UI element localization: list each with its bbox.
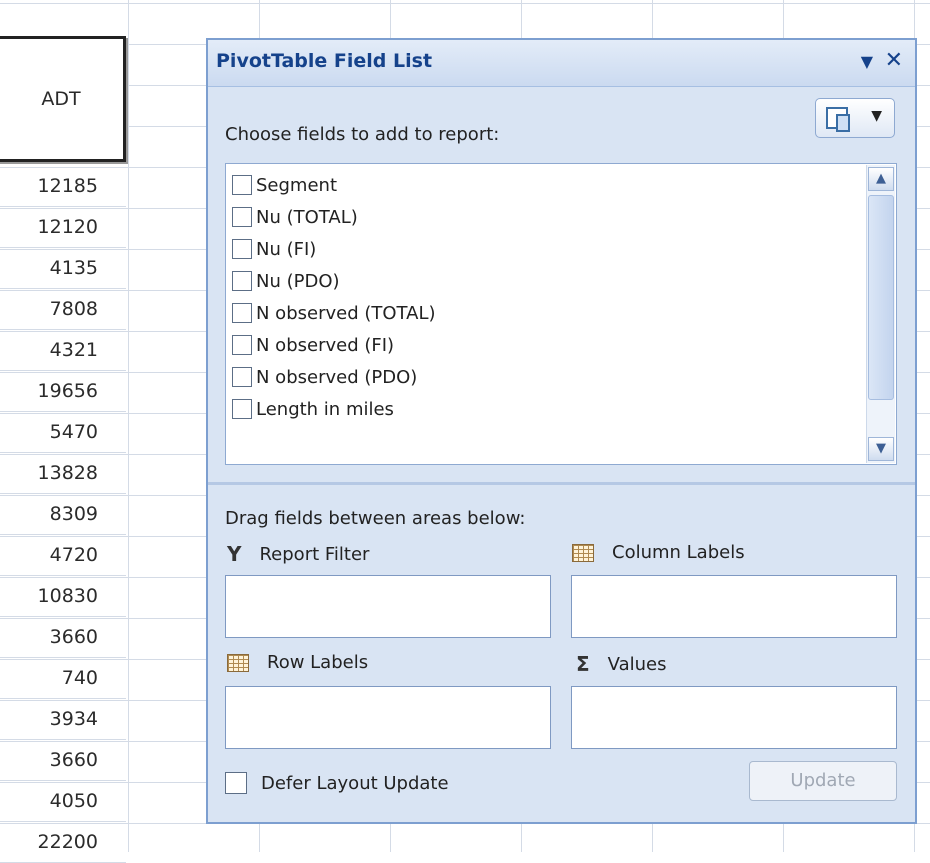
field-checkbox[interactable] [232, 303, 252, 323]
row-labels-icon [227, 653, 249, 672]
chevron-down-icon: ▼ [871, 108, 882, 124]
cell-value[interactable]: 19656 [0, 371, 126, 412]
field-label: N observed (PDO) [256, 366, 418, 388]
cell-value[interactable]: 4135 [0, 248, 126, 289]
row-labels-drop-area[interactable] [225, 686, 551, 749]
filter-icon: Y [227, 542, 242, 566]
values-label: Σ Values [576, 652, 666, 676]
row-labels-label: Row Labels [227, 652, 368, 673]
values-text: Values [607, 653, 667, 675]
cell-value[interactable]: 7808 [0, 289, 126, 330]
cell-value[interactable]: 10830 [0, 576, 126, 617]
cell-value[interactable]: 12185 [0, 166, 126, 207]
cell-value[interactable]: 8309 [0, 494, 126, 535]
cell-value[interactable]: 13828 [0, 453, 126, 494]
cell-value[interactable]: 4321 [0, 330, 126, 371]
field-item-nu-fi[interactable]: Nu (FI) [232, 233, 316, 265]
close-icon[interactable]: ✕ [885, 48, 903, 73]
update-button[interactable]: Update [749, 761, 897, 801]
pivottable-field-list-panel: PivotTable Field List ▼ ✕ ▼ Choose field… [206, 38, 917, 824]
choose-fields-label: Choose fields to add to report: [225, 124, 500, 145]
field-item-nu-total[interactable]: Nu (TOTAL) [232, 201, 358, 233]
panel-options-dropdown-icon[interactable]: ▼ [861, 52, 873, 71]
cell-value[interactable]: 740 [0, 658, 126, 699]
cell-value[interactable]: 3934 [0, 699, 126, 740]
field-label: Nu (TOTAL) [256, 206, 358, 228]
cell-value[interactable]: 4050 [0, 781, 126, 822]
field-label: Length in miles [256, 398, 394, 420]
scroll-thumb[interactable] [868, 195, 894, 400]
report-filter-drop-area[interactable] [225, 575, 551, 638]
defer-layout-checkbox[interactable] [225, 772, 247, 794]
drag-fields-label: Drag fields between areas below: [225, 508, 526, 529]
defer-layout-label: Defer Layout Update [261, 772, 449, 794]
column-labels-icon [572, 543, 594, 562]
sigma-icon: Σ [576, 652, 590, 676]
field-list-layout-button[interactable]: ▼ [815, 98, 895, 138]
field-item-n-observed-total[interactable]: N observed (TOTAL) [232, 297, 436, 329]
column-labels-drop-area[interactable] [571, 575, 897, 638]
field-label: N observed (TOTAL) [256, 302, 436, 324]
field-layout-icon [826, 107, 850, 132]
field-checkbox[interactable] [232, 207, 252, 227]
field-list-scrollbar[interactable]: ▲ ▼ [866, 165, 895, 463]
panel-splitter[interactable] [208, 482, 915, 485]
field-checkbox[interactable] [232, 335, 252, 355]
scroll-down-button[interactable]: ▼ [868, 437, 894, 461]
field-label: Segment [256, 174, 337, 196]
adt-column-header-cell[interactable]: ADT [0, 36, 126, 162]
field-item-length-in-miles[interactable]: Length in miles [232, 393, 394, 425]
defer-layout-update[interactable]: Defer Layout Update [225, 772, 449, 794]
panel-title-bar[interactable]: PivotTable Field List ▼ ✕ [208, 40, 915, 87]
values-drop-area[interactable] [571, 686, 897, 749]
cell-value[interactable]: 3660 [0, 740, 126, 781]
column-labels-text: Column Labels [612, 542, 745, 563]
field-checkbox[interactable] [232, 367, 252, 387]
field-checkbox[interactable] [232, 399, 252, 419]
cell-value[interactable]: 4720 [0, 535, 126, 576]
cell-value[interactable]: 3660 [0, 617, 126, 658]
cell-value[interactable]: 5470 [0, 412, 126, 453]
cell-value[interactable]: 22200 [0, 822, 126, 863]
field-list-box: Segment Nu (TOTAL) Nu (FI) Nu (PDO) N ob… [225, 163, 897, 465]
column-labels-label: Column Labels [572, 542, 745, 563]
field-label: Nu (FI) [256, 238, 317, 260]
scroll-up-button[interactable]: ▲ [868, 167, 894, 191]
field-item-segment[interactable]: Segment [232, 169, 337, 201]
field-checkbox[interactable] [232, 239, 252, 259]
row-labels-text: Row Labels [267, 652, 369, 673]
field-item-n-observed-fi[interactable]: N observed (FI) [232, 329, 394, 361]
field-label: Nu (PDO) [256, 270, 340, 292]
report-filter-label: Y Report Filter [227, 542, 369, 566]
field-label: N observed (FI) [256, 334, 395, 356]
cell-value[interactable]: 12120 [0, 207, 126, 248]
field-item-n-observed-pdo[interactable]: N observed (PDO) [232, 361, 417, 393]
field-item-nu-pdo[interactable]: Nu (PDO) [232, 265, 340, 297]
adt-header-text: ADT [41, 88, 81, 110]
field-checkbox[interactable] [232, 175, 252, 195]
panel-title: PivotTable Field List [216, 50, 433, 72]
adt-values-column: 12185 12120 4135 7808 4321 19656 5470 13… [0, 166, 126, 863]
report-filter-text: Report Filter [259, 543, 370, 565]
field-checkbox[interactable] [232, 271, 252, 291]
